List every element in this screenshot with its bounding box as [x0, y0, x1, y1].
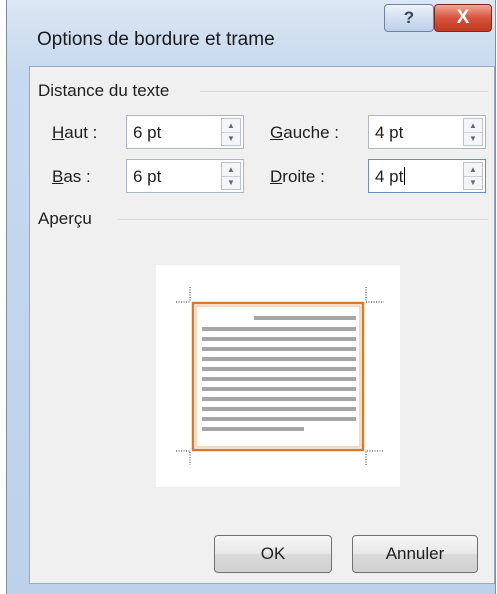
bottom-spinner[interactable]: 6 pt ▲ ▼ [126, 159, 244, 193]
bottom-value: 6 pt [133, 167, 162, 186]
spin-down-icon[interactable]: ▼ [222, 132, 240, 145]
bottom-label: Bas : [52, 167, 91, 187]
left-label-key: G [270, 123, 284, 142]
spin-up-icon[interactable]: ▲ [464, 163, 482, 177]
spin-down-icon[interactable]: ▼ [464, 176, 482, 189]
text-caret [404, 167, 406, 185]
left-value: 4 pt [375, 123, 404, 142]
bottom-label-key: B [52, 167, 64, 186]
right-label-key: D [270, 167, 283, 186]
right-label-rest: roite : [282, 167, 325, 186]
right-spinner-arrows[interactable]: ▲ ▼ [463, 162, 483, 190]
dialog-title: Options de bordure et trame [37, 29, 275, 50]
group-divider [118, 219, 488, 220]
spin-down-icon[interactable]: ▼ [222, 176, 240, 189]
cancel-button[interactable]: Annuler [352, 535, 478, 573]
left-label: Gauche : [270, 123, 339, 143]
preview-drawing [176, 287, 384, 465]
left-spinner-arrows[interactable]: ▲ ▼ [463, 118, 483, 146]
spin-down-icon[interactable]: ▼ [464, 132, 482, 145]
top-label-rest: aut : [64, 123, 98, 142]
left-spinner[interactable]: 4 pt ▲ ▼ [368, 115, 486, 149]
spin-up-icon[interactable]: ▲ [464, 119, 482, 133]
help-button[interactable]: ? [384, 4, 434, 32]
spacing-group-label: Distance du texte [38, 81, 170, 100]
top-spinner[interactable]: 6 pt ▲ ▼ [126, 115, 244, 149]
spin-up-icon[interactable]: ▲ [222, 163, 240, 177]
top-label-key: H [52, 123, 65, 142]
top-spinner-arrows[interactable]: ▲ ▼ [221, 118, 241, 146]
right-spinner[interactable]: 4 pt ▲ ▼ [368, 159, 486, 193]
bottom-spinner-arrows[interactable]: ▲ ▼ [221, 162, 241, 190]
bottom-label-rest: as : [63, 167, 91, 186]
dialog-window: Options de bordure et trame ? X Distance… [6, 0, 496, 594]
group-divider [200, 91, 488, 92]
border-preview [156, 265, 400, 487]
dialog-body: Distance du texte Haut : 6 pt ▲ ▼ Gauche… [29, 66, 495, 584]
left-label-rest: auche : [283, 123, 339, 142]
top-value: 6 pt [133, 123, 162, 142]
right-value: 4 pt [375, 167, 406, 186]
top-label: Haut : [52, 123, 97, 143]
spin-up-icon[interactable]: ▲ [222, 119, 240, 133]
preview-group-label: Aperçu [38, 209, 92, 228]
ok-button[interactable]: OK [214, 535, 332, 573]
right-label: Droite : [270, 167, 325, 187]
close-button[interactable]: X [434, 4, 492, 32]
